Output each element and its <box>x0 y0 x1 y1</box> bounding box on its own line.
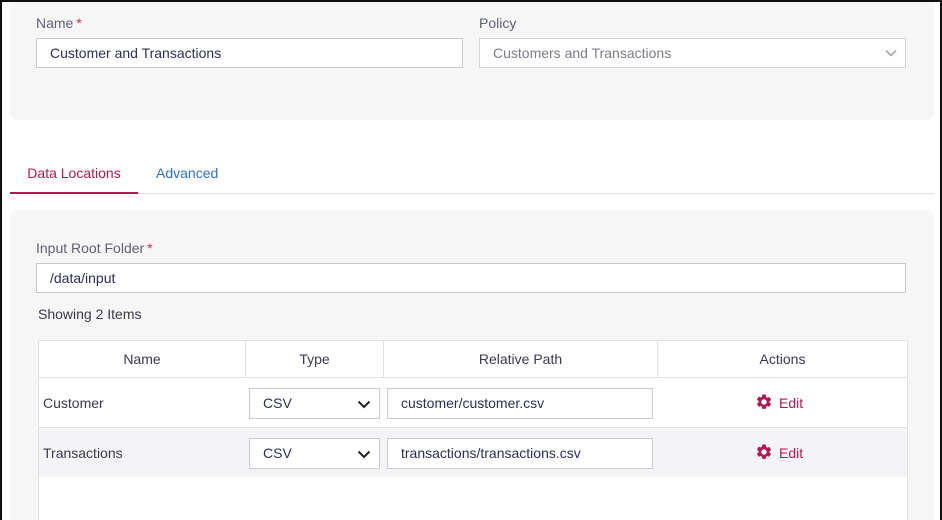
name-input[interactable]: Customer and Transactions <box>36 38 463 68</box>
tab-data-locations[interactable]: Data Locations <box>10 152 138 194</box>
edit-button[interactable]: Edit <box>755 378 803 428</box>
input-root-label: Input Root Folder * <box>36 240 153 256</box>
policy-label: Policy <box>479 15 517 31</box>
required-marker: * <box>147 240 153 256</box>
type-select[interactable]: CSV <box>249 438 380 469</box>
row-name: Transactions <box>43 445 123 461</box>
relative-path-input[interactable]: transactions/transactions.csv <box>387 438 653 469</box>
relative-path-input[interactable]: customer/customer.csv <box>387 388 653 419</box>
app-frame: Name * Customer and Transactions Policy C… <box>0 0 942 520</box>
policy-select[interactable]: Customers and Transactions <box>479 38 906 68</box>
row-name: Customer <box>43 395 104 411</box>
chevron-down-icon <box>357 400 371 409</box>
table-row: Transactions CSV transactions/transactio… <box>39 427 907 477</box>
edit-button[interactable]: Edit <box>755 428 803 478</box>
data-locations-table: Name Type Relative Path Actions Customer… <box>38 340 908 520</box>
column-header-relative-path[interactable]: Relative Path <box>384 341 658 377</box>
gear-icon <box>756 444 772 460</box>
column-header-type[interactable]: Type <box>246 341 384 377</box>
input-root-field[interactable]: /data/input <box>36 263 906 293</box>
required-marker: * <box>76 15 82 31</box>
item-count: Showing 2 Items <box>38 306 142 322</box>
column-header-name[interactable]: Name <box>39 341 246 377</box>
table-row: Customer CSV customer/customer.csv Edit <box>39 377 907 427</box>
name-label: Name * <box>36 15 82 31</box>
chevron-down-icon <box>357 450 371 459</box>
tab-advanced[interactable]: Advanced <box>156 152 218 193</box>
column-header-actions: Actions <box>759 351 806 367</box>
type-select[interactable]: CSV <box>249 388 380 419</box>
chevron-down-icon <box>885 49 897 57</box>
gear-icon <box>756 394 772 410</box>
tab-bar: Data Locations Advanced <box>10 152 934 194</box>
